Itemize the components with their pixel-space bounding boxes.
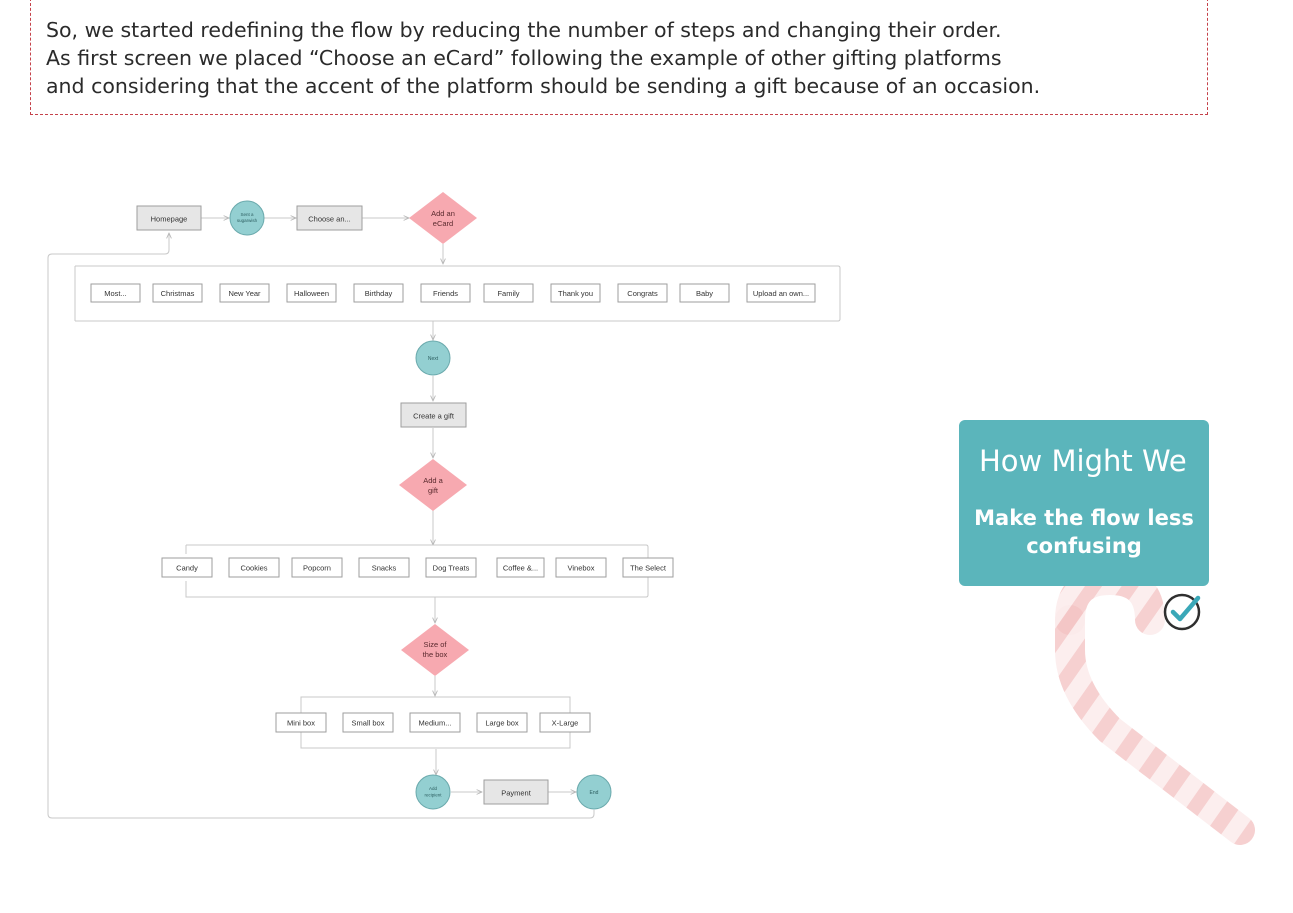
homepage-label: Homepage bbox=[151, 215, 188, 224]
ecard-category-label: Thank you bbox=[558, 289, 593, 298]
ecard-category: Baby bbox=[679, 283, 730, 303]
ecard-category-label: New Year bbox=[228, 289, 261, 298]
box-size-option: Mini box bbox=[275, 712, 327, 733]
gift-type: Vinebox bbox=[555, 557, 607, 578]
ecard-category: Halloween bbox=[286, 283, 337, 303]
add-gift-label-2: gift bbox=[428, 486, 439, 495]
box-size-label-1: Size of bbox=[424, 640, 448, 649]
ecard-category-label: Most... bbox=[104, 289, 127, 298]
gift-type: Candy bbox=[161, 557, 213, 578]
create-gift-label: Create a gift bbox=[413, 412, 455, 421]
box-size-label-2: the box bbox=[423, 650, 448, 659]
choose-ecard-label: Choose an... bbox=[308, 215, 351, 224]
ecard-category-label: Birthday bbox=[365, 289, 393, 298]
end-label: End bbox=[590, 790, 599, 796]
send-wish-label-2: sugarwish bbox=[237, 218, 258, 223]
add-ecard-decision: Add an eCard bbox=[409, 192, 477, 244]
send-wish-node: Sent a sugarwish bbox=[229, 200, 265, 236]
user-flow-diagram: Homepage Sent a sugarwish Choose an... A… bbox=[47, 192, 841, 819]
gift-type-label: Vinebox bbox=[568, 563, 595, 572]
add-ecard-label-1: Add an bbox=[431, 209, 455, 218]
gift-type-label: Popcorn bbox=[303, 563, 331, 572]
ecard-category: Congrats bbox=[617, 283, 668, 303]
ecard-category: Birthday bbox=[353, 283, 404, 303]
ecard-category: Friends bbox=[420, 283, 471, 303]
ecard-category-label: Friends bbox=[433, 289, 458, 298]
box-size-label: Small box bbox=[352, 718, 385, 727]
how-might-we-card: How Might We Make the flow less confusin… bbox=[959, 420, 1209, 586]
gift-type-label: Dog Treats bbox=[433, 563, 470, 572]
next-label: Next bbox=[428, 356, 439, 362]
gift-type: Snacks bbox=[358, 557, 410, 578]
add-gift-label-1: Add a bbox=[423, 476, 443, 485]
add-gift-decision: Add a gift bbox=[399, 459, 467, 511]
ecard-category-label: Upload an own... bbox=[753, 289, 809, 298]
ecard-category-list: Most... Christmas New Year Halloween Bir… bbox=[90, 283, 816, 303]
box-size-option: Small box bbox=[342, 712, 394, 733]
ecard-category-label: Congrats bbox=[627, 289, 658, 298]
ecard-category: Christmas bbox=[152, 283, 203, 303]
ecard-category: Family bbox=[483, 283, 534, 303]
ecard-category-label: Christmas bbox=[161, 289, 195, 298]
candy-cane-illustration bbox=[1055, 564, 1255, 845]
box-size-label: X-Large bbox=[552, 718, 579, 727]
payment-node: Payment bbox=[483, 779, 549, 805]
gift-type-list: Candy Cookies Popcorn Snacks Dog Treats … bbox=[161, 557, 674, 578]
gift-type: Coffee &... bbox=[496, 557, 545, 578]
end-node: End bbox=[576, 774, 612, 810]
box-size-decision: Size of the box bbox=[401, 624, 469, 676]
gift-type-label: Cookies bbox=[240, 563, 267, 572]
box-size-label: Medium... bbox=[419, 718, 452, 727]
create-gift-node: Create a gift bbox=[400, 402, 467, 428]
ecard-category: Most... bbox=[90, 283, 141, 303]
gift-type-label: Snacks bbox=[372, 563, 397, 572]
payment-label: Payment bbox=[501, 789, 532, 798]
gift-type-label: Coffee &... bbox=[503, 563, 538, 572]
box-size-option: Medium... bbox=[409, 712, 461, 733]
add-recipient-label-2: recipient bbox=[424, 793, 442, 798]
add-recipient-label-1: Add bbox=[429, 786, 438, 791]
hmw-body: Make the flow less confusing bbox=[974, 506, 1194, 558]
gift-type: Popcorn bbox=[291, 557, 343, 578]
gift-type-label: Candy bbox=[176, 563, 198, 572]
box-size-label: Large box bbox=[485, 718, 519, 727]
gift-type-label: The Select bbox=[630, 563, 667, 572]
gift-type: Cookies bbox=[228, 557, 280, 578]
box-size-option: X-Large bbox=[539, 712, 591, 733]
ecard-category-label: Baby bbox=[696, 289, 713, 298]
choose-ecard-node: Choose an... bbox=[296, 205, 363, 231]
box-size-label: Mini box bbox=[287, 718, 315, 727]
ecard-category: Upload an own... bbox=[746, 283, 816, 303]
check-circle-icon bbox=[1163, 593, 1201, 631]
box-size-option: Large box bbox=[476, 712, 528, 733]
add-ecard-label-2: eCard bbox=[433, 219, 453, 228]
ecard-category: New Year bbox=[219, 283, 270, 303]
gift-type: The Select bbox=[622, 557, 674, 578]
add-recipient-node: Add recipient bbox=[415, 774, 451, 810]
box-size-list: Mini box Small box Medium... Large box X… bbox=[275, 712, 591, 733]
hmw-title: How Might We bbox=[979, 444, 1187, 478]
homepage-node: Homepage bbox=[136, 205, 202, 231]
ecard-category-label: Halloween bbox=[294, 289, 329, 298]
gift-type: Dog Treats bbox=[425, 557, 477, 578]
ecard-category-label: Family bbox=[497, 289, 519, 298]
send-wish-label-1: Sent a bbox=[240, 212, 254, 217]
ecard-category: Thank you bbox=[550, 283, 601, 303]
next-node: Next bbox=[415, 340, 451, 376]
